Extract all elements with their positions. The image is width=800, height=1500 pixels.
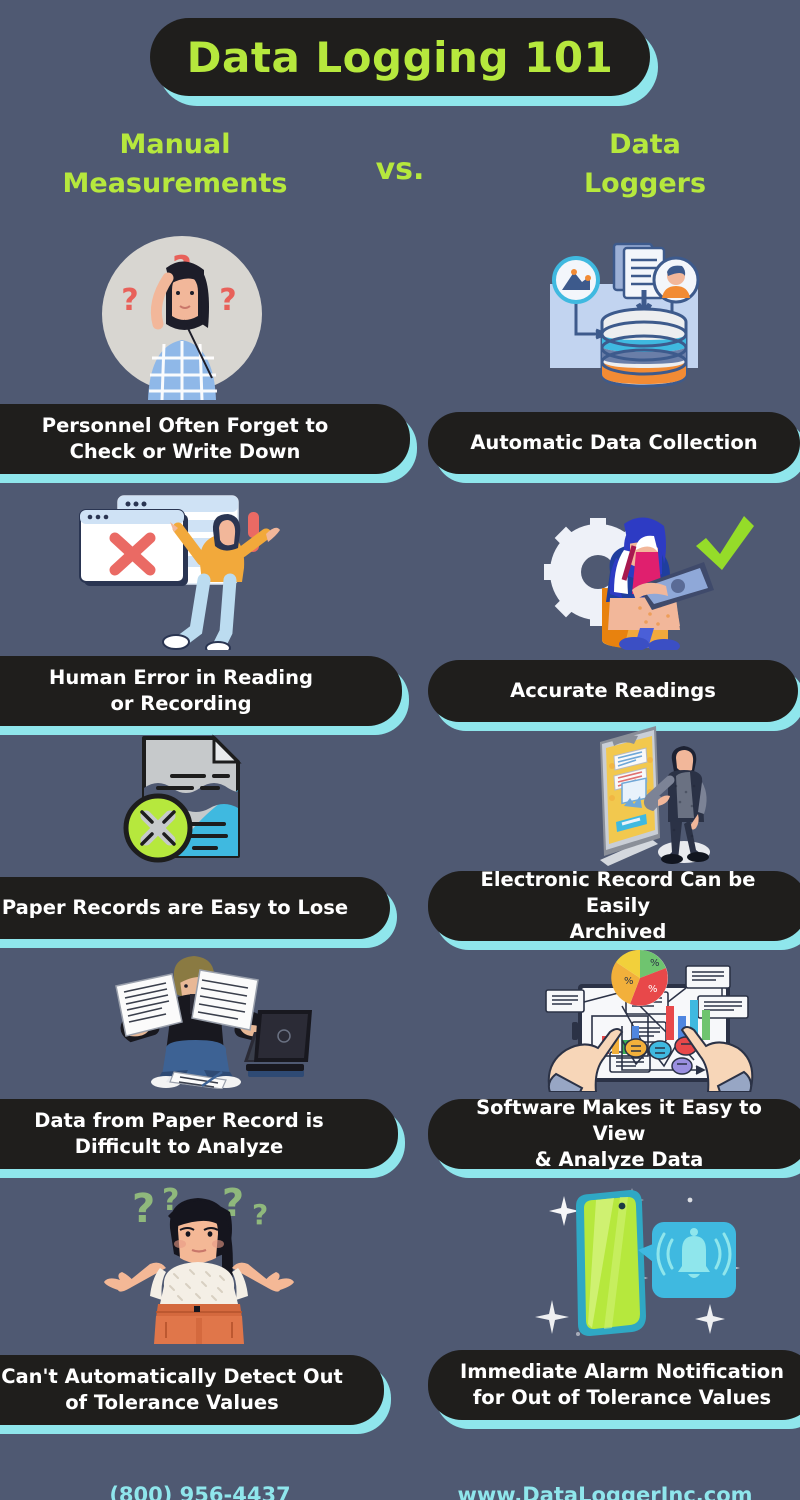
svg-text:?: ? (219, 283, 236, 318)
svg-text:?: ? (132, 1186, 155, 1232)
svg-text:?: ? (121, 283, 138, 318)
left-column-heading-line2: Measurements (62, 168, 288, 200)
banner-right-2-label: Accurate Readings (510, 679, 716, 703)
banner-left-5: Can't Automatically Detect Out of Tolera… (0, 1355, 391, 1434)
torn-document-green-x-icon (114, 730, 264, 870)
banner-right-1-label: Automatic Data Collection (470, 431, 758, 455)
right-column-heading: Data Loggers (500, 125, 790, 203)
title-banner-pill: Data Logging 101 (150, 18, 650, 96)
left-column-heading: Manual Measurements (30, 125, 320, 203)
phone-alarm-bell-icon (534, 1182, 750, 1344)
banner-left-4-label: Data from Paper Record is Difficult to A… (34, 1109, 324, 1158)
banner-right-1-pill: Automatic Data Collection (428, 412, 800, 474)
svg-text:?: ? (252, 1198, 268, 1231)
woman-laptop-gear-checkmark-icon (528, 490, 768, 650)
banner-left-4: Data from Paper Record is Difficult to A… (0, 1099, 405, 1178)
database-data-collection-icon (534, 238, 714, 398)
title-banner: Data Logging 101 (150, 18, 658, 106)
page-title: Data Logging 101 (186, 32, 614, 82)
banner-left-5-label: Can't Automatically Detect Out of Tolera… (1, 1365, 343, 1414)
phone-number[interactable]: (800) 956-4437 (40, 1483, 360, 1500)
banner-left-3: Paper Records are Easy to Lose (0, 877, 397, 948)
banner-right-3: Electronic Record Can be Easily Archived (428, 868, 800, 950)
banner-left-1-pill: Personnel Often Forget to Check or Write… (0, 404, 410, 474)
person-papers-laptop-icon (96, 944, 316, 1089)
banner-right-4: Software Makes it Easy to View & Analyze… (428, 1096, 800, 1178)
banner-left-1-label: Personnel Often Forget to Check or Write… (41, 414, 329, 463)
error-window-red-x-icon (70, 490, 340, 650)
banner-left-2: Human Error in Reading or Recording (0, 656, 409, 735)
banner-left-4-pill: Data from Paper Record is Difficult to A… (0, 1099, 398, 1169)
confused-woman-question-marks-icon: ? ? ? (96, 228, 268, 400)
shrugging-woman-question-marks-icon: ? ? ? ? (94, 1182, 310, 1344)
right-column-heading-line2: Loggers (583, 168, 707, 200)
banner-left-5-pill: Can't Automatically Detect Out of Tolera… (0, 1355, 384, 1425)
banner-right-2: Accurate Readings (428, 660, 800, 731)
website-url[interactable]: www.DataLoggerInc.com (440, 1483, 770, 1500)
svg-text:%: % (650, 958, 660, 969)
banner-right-4-pill: Software Makes it Easy to View & Analyze… (428, 1096, 800, 1171)
banner-right-5: Immediate Alarm Notification for Out of … (428, 1350, 800, 1429)
vs-label: vs. (375, 152, 425, 187)
banner-left-2-label: Human Error in Reading or Recording (49, 666, 313, 715)
banner-right-1: Automatic Data Collection (428, 412, 800, 483)
infographic-page: Data Logging 101 Manual Measurements vs.… (0, 0, 800, 1500)
svg-text:%: % (648, 984, 658, 995)
banner-left-2-pill: Human Error in Reading or Recording (0, 656, 402, 726)
svg-text:%: % (624, 976, 634, 987)
banner-right-4-label: Software Makes it Easy to View & Analyze… (476, 1096, 762, 1171)
banner-left-1: Personnel Often Forget to Check or Write… (0, 404, 417, 483)
banner-right-2-pill: Accurate Readings (428, 660, 798, 722)
banner-left-3-pill: Paper Records are Easy to Lose (0, 877, 390, 939)
banner-left-3-label: Paper Records are Easy to Lose (1, 896, 349, 920)
banner-right-3-pill: Electronic Record Can be Easily Archived (428, 868, 800, 943)
left-column-heading-line1: Manual (119, 129, 231, 160)
banner-right-5-label: Immediate Alarm Notification for Out of … (459, 1360, 785, 1409)
banner-right-5-pill: Immediate Alarm Notification for Out of … (428, 1350, 800, 1420)
right-column-heading-line1: Data (609, 129, 681, 160)
banner-right-3-label: Electronic Record Can be Easily Archived (480, 868, 756, 943)
isometric-phone-person-icon (572, 726, 730, 874)
hands-tablet-analytics-icon: % % % (526, 944, 774, 1092)
